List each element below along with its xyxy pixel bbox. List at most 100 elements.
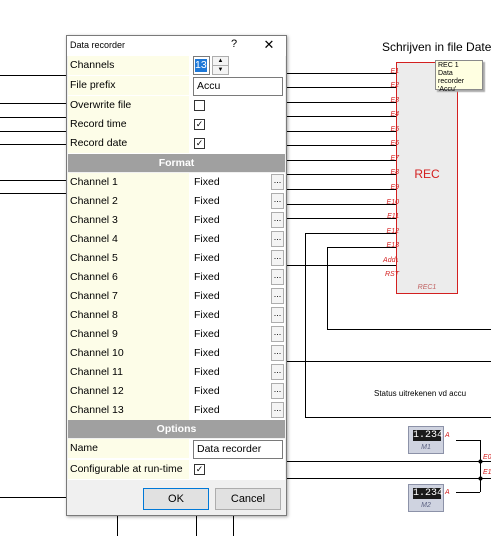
channel-label: Channel 3: [70, 214, 118, 226]
format-section-header: Format: [68, 154, 285, 172]
channels-spinner[interactable]: ▲ ▼: [212, 56, 229, 75]
property-row-record-date: Record date ✓: [68, 134, 285, 153]
label-cell: Channel 3: [68, 211, 189, 230]
property-row-overwrite: Overwrite file: [68, 96, 285, 115]
close-icon[interactable]: ✕: [261, 37, 277, 53]
property-label: Record time: [70, 118, 127, 130]
rec-label: REC: [414, 167, 440, 181]
cancel-button[interactable]: Cancel: [215, 488, 281, 510]
channel-format-value[interactable]: Fixed: [194, 347, 220, 359]
rec-port: E13: [386, 242, 399, 249]
meter-port: A: [445, 432, 450, 439]
label-cell: Channel 13: [68, 401, 189, 420]
channel-row: Channel 9 Fixed...: [68, 325, 285, 344]
channel-format-value[interactable]: Fixed: [194, 252, 220, 264]
ok-button[interactable]: OK: [143, 488, 209, 510]
options-section-header: Options: [68, 420, 285, 438]
channel-row: Channel 1 Fixed...: [68, 173, 285, 192]
channel-format-value[interactable]: Fixed: [194, 195, 220, 207]
rec-tooltip: REC 1 Data recorder 'Accu': [435, 60, 483, 93]
property-label: Overwrite file: [70, 99, 132, 111]
channel-format-edit-button[interactable]: ...: [271, 231, 284, 247]
label-cell: Channel 8: [68, 306, 189, 325]
rec-port: E6: [390, 140, 399, 147]
rec-port: E10: [386, 199, 399, 206]
property-label: File prefix: [70, 79, 116, 91]
channel-format-value[interactable]: Fixed: [194, 233, 220, 245]
label-cell: Channel 2: [68, 192, 189, 211]
channel-format-edit-button[interactable]: ...: [271, 212, 284, 228]
meter-m1[interactable]: 1.234 M1: [408, 426, 444, 454]
channel-format-value[interactable]: Fixed: [194, 385, 220, 397]
channel-format-edit-button[interactable]: ...: [271, 174, 284, 190]
channel-format-value[interactable]: Fixed: [194, 271, 220, 283]
dialog-titlebar[interactable]: Data recorder ? ✕: [67, 36, 286, 56]
channel-row: Channel 11 Fixed...: [68, 363, 285, 382]
overwrite-checkbox[interactable]: [194, 100, 205, 111]
channel-row: Channel 6 Fixed...: [68, 268, 285, 287]
spin-up-icon[interactable]: ▲: [213, 57, 228, 66]
label-cell: Channel 11: [68, 363, 189, 382]
rec-port: E2: [390, 82, 399, 89]
help-icon[interactable]: ?: [227, 38, 241, 53]
channels-spinner-input[interactable]: 13: [193, 56, 210, 75]
channel-format-edit-button[interactable]: ...: [271, 364, 284, 380]
channel-format-value[interactable]: Fixed: [194, 404, 220, 416]
rec-port: E7: [390, 155, 399, 162]
label-cell: Channel 10: [68, 344, 189, 363]
channel-format-edit-button[interactable]: ...: [271, 402, 284, 418]
channel-format-value[interactable]: Fixed: [194, 309, 220, 321]
channel-label: Channel 5: [70, 252, 118, 264]
channel-format-value[interactable]: Fixed: [194, 290, 220, 302]
meter-m2[interactable]: 1.234 M2: [408, 484, 444, 512]
label-cell: Channel 6: [68, 268, 189, 287]
label-cell: Channel 5: [68, 249, 189, 268]
property-row-channels: Channels: [68, 56, 285, 75]
dialog-title: Data recorder: [70, 40, 126, 50]
rec-port: RST: [385, 271, 399, 278]
channel-format-value[interactable]: Fixed: [194, 176, 220, 188]
channel-format-edit-button[interactable]: ...: [271, 307, 284, 323]
channel-label: Channel 4: [70, 233, 118, 245]
channel-format-edit-button[interactable]: ...: [271, 250, 284, 266]
channel-format-edit-button[interactable]: ...: [271, 193, 284, 209]
rec-port: E11: [387, 213, 399, 220]
name-input[interactable]: Data recorder: [193, 440, 283, 459]
channel-label: Channel 10: [70, 347, 124, 359]
channel-format-list: Channel 1 Fixed... Channel 2 Fixed... Channe…: [68, 173, 285, 420]
channel-label: Channel 8: [70, 309, 118, 321]
label-cell: Channel 9: [68, 325, 189, 344]
channel-label: Channel 11: [70, 366, 123, 378]
rec-block[interactable]: REC REC1: [396, 62, 458, 294]
property-label: Channels: [70, 59, 115, 71]
channel-label: Channel 2: [70, 195, 118, 207]
property-row-record-time: Record time ✓: [68, 115, 285, 134]
channel-format-value[interactable]: Fixed: [194, 366, 220, 378]
channel-format-edit-button[interactable]: ...: [271, 269, 284, 285]
channel-format-edit-button[interactable]: ...: [271, 288, 284, 304]
channel-format-edit-button[interactable]: ...: [271, 383, 284, 399]
channel-format-value[interactable]: Fixed: [194, 214, 220, 226]
spin-down-icon[interactable]: ▼: [213, 66, 228, 74]
channel-label: Channel 7: [70, 290, 118, 302]
channel-format-edit-button[interactable]: ...: [271, 345, 284, 361]
channel-row: Channel 8 Fixed...: [68, 306, 285, 325]
record-date-checkbox[interactable]: ✓: [194, 138, 205, 149]
meter-display: 1.234: [413, 488, 444, 499]
label-cell: Record time: [68, 115, 189, 134]
meter-name: M2: [421, 502, 431, 509]
label-cell: Channel 1: [68, 173, 189, 192]
file-prefix-input[interactable]: Accu: [193, 77, 283, 96]
channel-format-value[interactable]: Fixed: [194, 328, 220, 340]
rec-port: E12: [386, 228, 399, 235]
channel-format-edit-button[interactable]: ...: [271, 326, 284, 342]
channel-row: Channel 5 Fixed...: [68, 249, 285, 268]
record-time-checkbox[interactable]: ✓: [194, 119, 205, 130]
label-cell: File prefix: [68, 76, 189, 95]
channel-row: Channel 2 Fixed...: [68, 192, 285, 211]
configurable-checkbox[interactable]: ✓: [194, 464, 205, 475]
channel-label: Channel 6: [70, 271, 118, 283]
property-label: Configurable at run-time: [70, 463, 183, 475]
tooltip-line: 'Accu': [438, 86, 457, 93]
data-recorder-dialog: Data recorder ? ✕ Channels File prefix O…: [66, 35, 287, 516]
